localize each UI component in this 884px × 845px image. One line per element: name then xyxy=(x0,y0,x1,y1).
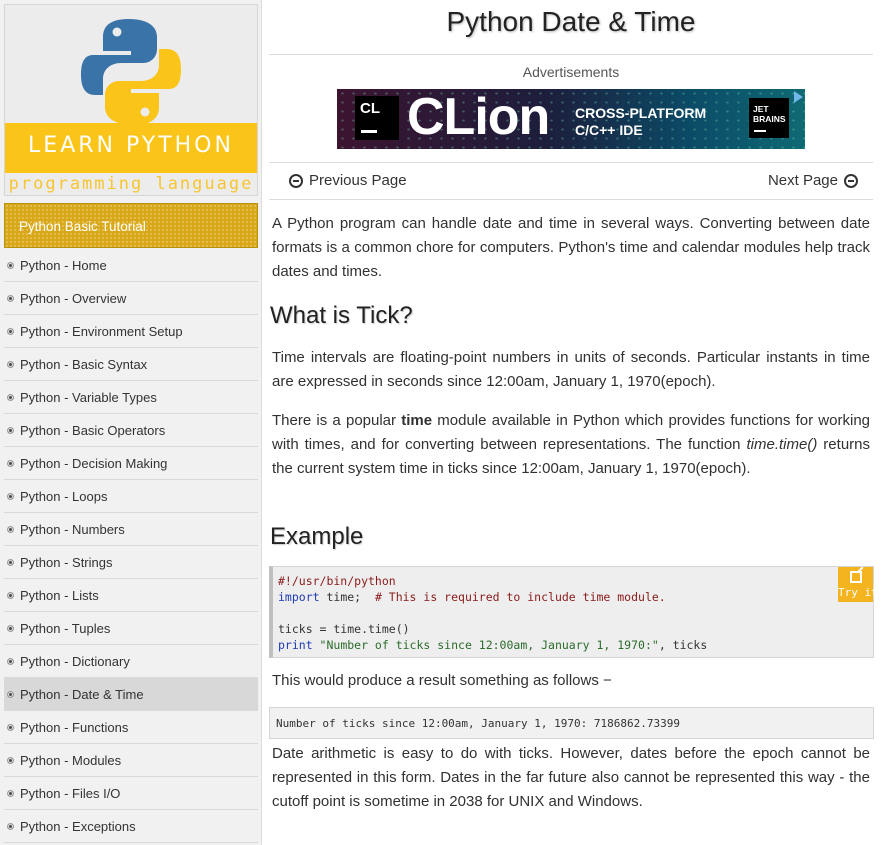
tick-paragraph-1: Time intervals are floating-point number… xyxy=(272,349,870,390)
bullet-icon xyxy=(7,261,14,269)
sidebar-item-label: Python - Date & Time xyxy=(20,686,144,702)
bullet-icon xyxy=(7,360,14,368)
sidebar-item-loops[interactable]: Python - Loops xyxy=(4,480,258,513)
ad-vendor-line1: JET xyxy=(753,104,769,114)
next-page-label: Next Page xyxy=(767,172,838,189)
sidebar-item-variable-types[interactable]: Python - Variable Types xyxy=(4,381,258,414)
logo-tagline: programming language xyxy=(8,174,254,194)
sidebar-item-exceptions[interactable]: Python - Exceptions xyxy=(4,810,258,843)
sidebar-item-label: Python - Numbers xyxy=(20,521,125,537)
closing-paragraph: Date arithmetic is easy to do with ticks… xyxy=(272,745,870,810)
ad-line2: C/C++ IDE xyxy=(575,122,643,138)
divider xyxy=(269,162,873,163)
result-intro: This would produce a result something as… xyxy=(272,672,612,689)
sidebar-item-label: Python - Modules xyxy=(20,752,122,768)
bullet-icon xyxy=(7,393,14,401)
sidebar-item-files-i-o[interactable]: Python - Files I/O xyxy=(4,777,258,810)
sidebar-menu: Python - Home Python - Overview Python - E… xyxy=(4,249,258,843)
sidebar: LEARN PYTHON programming language Python… xyxy=(0,0,262,845)
adchoices-icon[interactable] xyxy=(794,91,803,103)
sidebar-item-environment-setup[interactable]: Python - Environment Setup xyxy=(4,315,258,348)
sidebar-item-label: Python - Overview xyxy=(20,290,127,306)
sidebar-item-label: Python - Variable Types xyxy=(20,389,157,405)
bullet-icon xyxy=(7,591,14,599)
sidebar-item-date-time[interactable]: Python - Date & Time xyxy=(4,678,258,711)
sidebar-item-label: Python - Home xyxy=(20,257,107,273)
circle-left-icon xyxy=(289,173,303,188)
bullet-icon xyxy=(7,492,14,500)
sidebar-item-label: Python - Dictionary xyxy=(20,653,130,669)
previous-page-link[interactable]: Previous Page xyxy=(289,172,407,189)
time-function-name: time.time() xyxy=(746,436,818,453)
clion-logo-icon: CL xyxy=(355,96,399,140)
circle-right-icon xyxy=(844,173,858,188)
bullet-icon xyxy=(7,459,14,467)
sidebar-item-dictionary[interactable]: Python - Dictionary xyxy=(4,645,258,678)
learn-python-logo[interactable]: LEARN PYTHON programming language xyxy=(4,4,258,196)
jetbrains-logo-icon: JET BRAINS xyxy=(749,98,789,138)
previous-page-label: Previous Page xyxy=(309,172,407,189)
sidebar-item-label: Python - Functions xyxy=(20,719,129,735)
sidebar-item-label: Python - Environment Setup xyxy=(20,323,183,339)
external-link-icon xyxy=(849,571,862,583)
bullet-icon xyxy=(7,558,14,566)
bullet-icon xyxy=(7,789,14,797)
divider xyxy=(269,54,873,55)
sidebar-item-modules[interactable]: Python - Modules xyxy=(4,744,258,777)
sidebar-item-label: Python - Strings xyxy=(20,554,113,570)
sidebar-item-overview[interactable]: Python - Overview xyxy=(4,282,258,315)
tick-paragraph-2: There is a popular time module available… xyxy=(272,412,870,477)
sidebar-item-home[interactable]: Python - Home xyxy=(4,249,258,282)
bullet-icon xyxy=(7,723,14,731)
bullet-icon xyxy=(7,426,14,434)
sidebar-item-decision-making[interactable]: Python - Decision Making xyxy=(4,447,258,480)
sidebar-item-label: Python - Loops xyxy=(20,488,108,504)
next-page-link[interactable]: Next Page xyxy=(768,172,858,189)
sidebar-item-label: Python - Decision Making xyxy=(20,455,168,471)
clion-ad-banner[interactable]: CL CLion CROSS-PLATFORM C/C++ IDE JET BRA… xyxy=(337,89,805,149)
ads-label: Advertisements xyxy=(522,64,620,80)
sidebar-item-label: Python - Files I/O xyxy=(20,785,121,801)
intro-paragraph: A Python program can handle date and tim… xyxy=(272,215,870,280)
sidebar-item-lists[interactable]: Python - Lists xyxy=(4,579,258,612)
bullet-icon xyxy=(7,624,14,632)
sidebar-item-numbers[interactable]: Python - Numbers xyxy=(4,513,258,546)
bullet-icon xyxy=(7,294,14,302)
heading-example: Example xyxy=(270,523,364,550)
python-snake-icon xyxy=(81,19,181,125)
sidebar-item-basic-operators[interactable]: Python - Basic Operators xyxy=(4,414,258,447)
code-block: #!/usr/bin/python import time; # This is… xyxy=(269,566,878,658)
main-content: Python Date & Time Advertisements CL CLi… xyxy=(263,0,884,845)
page-title: Python Date & Time xyxy=(446,6,696,37)
divider xyxy=(269,199,873,200)
time-module-name: time xyxy=(401,412,433,429)
ad-vendor-line2: BRAINS xyxy=(753,114,786,124)
tutorial-heading: Python Basic Tutorial xyxy=(4,203,258,248)
bullet-icon xyxy=(7,756,14,764)
output-block: Number of ticks since 12:00am, January 1… xyxy=(269,707,874,739)
sidebar-item-functions[interactable]: Python - Functions xyxy=(4,711,258,744)
sidebar-item-basic-syntax[interactable]: Python - Basic Syntax xyxy=(4,348,258,381)
ad-brand: CLion xyxy=(407,89,550,146)
try-it-button[interactable]: Try it xyxy=(838,567,878,602)
heading-what-is-tick: What is Tick? xyxy=(270,302,413,329)
sidebar-item-label: Python - Basic Syntax xyxy=(20,356,148,372)
bullet-icon xyxy=(7,822,14,830)
sidebar-item-tuples[interactable]: Python - Tuples xyxy=(4,612,258,645)
bullet-icon xyxy=(7,690,14,698)
bullet-icon xyxy=(7,525,14,533)
ad-line1: CROSS-PLATFORM xyxy=(575,105,707,121)
logo-main-text: LEARN PYTHON xyxy=(28,133,234,158)
sidebar-item-label: Python - Basic Operators xyxy=(20,422,166,438)
sidebar-item-label: Python - Exceptions xyxy=(20,818,136,834)
bullet-icon xyxy=(7,657,14,665)
sidebar-item-label: Python - Tuples xyxy=(20,620,111,636)
sidebar-item-label: Python - Lists xyxy=(20,587,99,603)
sidebar-item-strings[interactable]: Python - Strings xyxy=(4,546,258,579)
bullet-icon xyxy=(7,327,14,335)
